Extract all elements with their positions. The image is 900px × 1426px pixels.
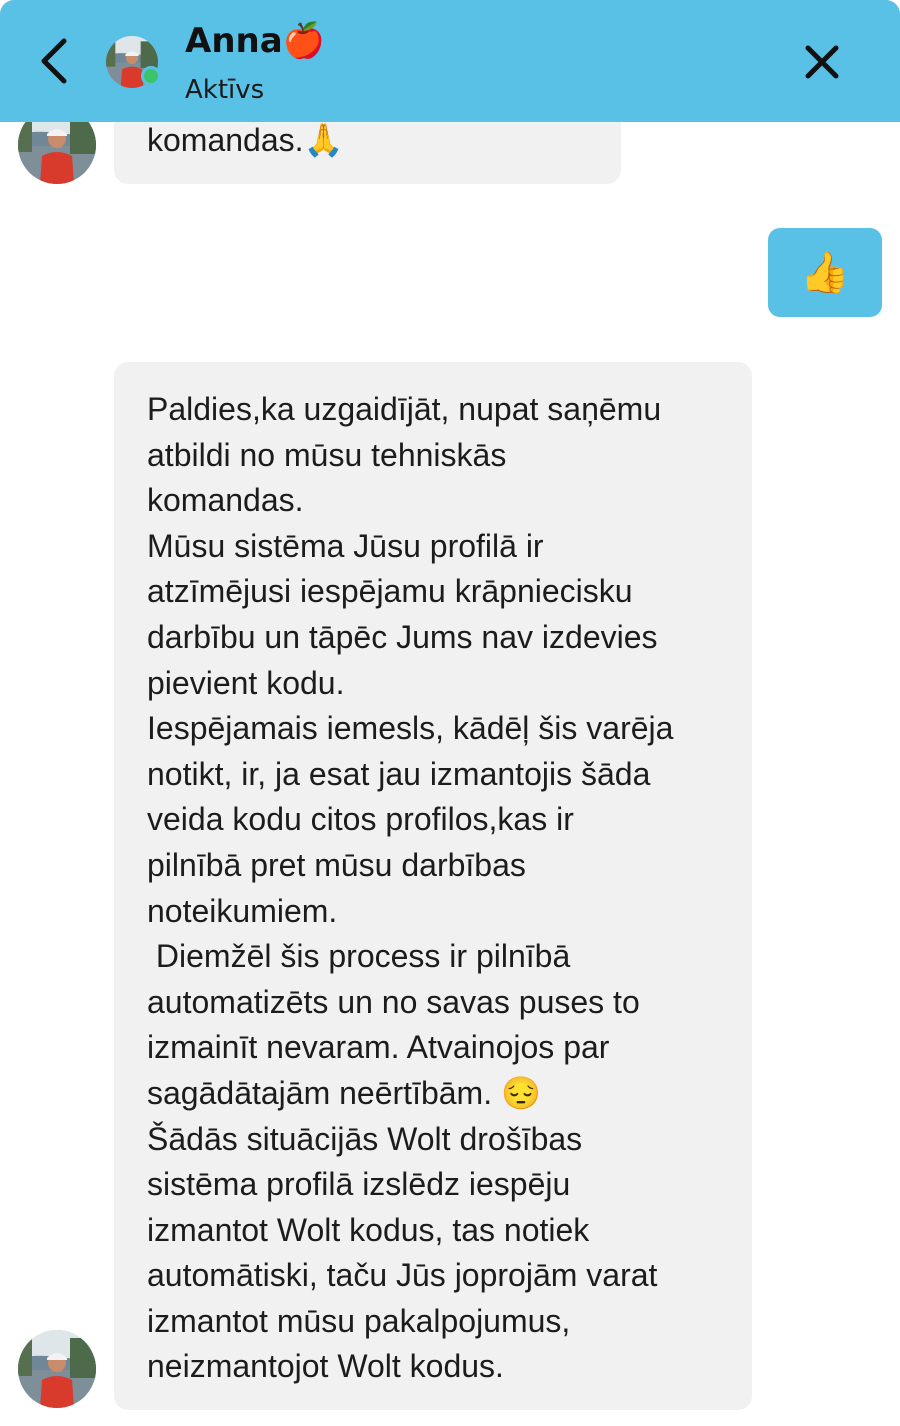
contact-status: Aktīvs bbox=[185, 75, 265, 105]
sender-avatar[interactable] bbox=[18, 1330, 96, 1408]
incoming-message-bubble[interactable]: Paldies,ka uzgaidījāt, nupat saņēmu atbi… bbox=[114, 362, 752, 1410]
chevron-left-icon bbox=[41, 38, 67, 84]
chat-header: Anna🍎 Aktīvs bbox=[0, 0, 900, 122]
contact-avatar[interactable] bbox=[106, 36, 161, 88]
close-button[interactable] bbox=[798, 38, 846, 86]
online-status-indicator bbox=[141, 66, 161, 86]
back-button[interactable] bbox=[30, 32, 80, 90]
chat-screen: Anna🍎 Aktīvs komandas.🙏 👍 Paldies,ka uzg… bbox=[0, 0, 900, 1426]
close-icon bbox=[805, 45, 839, 79]
outgoing-message-bubble[interactable]: 👍 bbox=[768, 228, 882, 317]
contact-name: Anna🍎 bbox=[185, 21, 326, 61]
